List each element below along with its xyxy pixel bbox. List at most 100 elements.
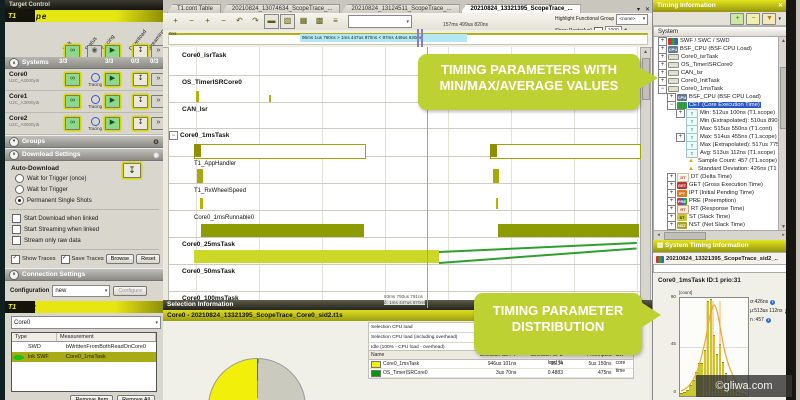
core-tracing-button[interactable]: ▶	[105, 95, 120, 108]
toolbar-icon[interactable]: ↷	[248, 14, 263, 29]
core-link-button[interactable]: ∞	[65, 73, 80, 86]
tree-item[interactable]: T Max: 515us 550ns (T1.cont)	[654, 125, 779, 133]
remove-item-button[interactable]: Remove Item	[70, 395, 113, 400]
connection-settings-header[interactable]: ∧ Connection Settings	[5, 268, 163, 281]
tree-item[interactable]: T Avg: 513us 112ns (T1.scope)	[654, 149, 779, 157]
remove-all-button[interactable]: Remove All	[117, 395, 155, 400]
checkbox-icon[interactable]	[12, 236, 21, 245]
measurement-column-header[interactable]: Measurement	[57, 333, 156, 341]
toolbar-icon[interactable]: +	[168, 14, 183, 29]
core-download-button[interactable]: ↧	[133, 117, 148, 130]
core-row[interactable]: Core1 U2C_A3000yi5 ∞ Tracing ▶ ↧ »	[5, 91, 163, 113]
expand-icon[interactable]: ▾	[9, 137, 19, 147]
checkbox-option[interactable]: Stream only raw data	[5, 235, 163, 246]
toolbar-icon[interactable]: ▬	[264, 14, 279, 29]
radio-icon[interactable]	[15, 174, 24, 183]
tree-item[interactable]: + T Max: 514us 455ns (T1.scope)	[654, 133, 779, 141]
collapse-icon[interactable]: ∧	[9, 58, 19, 68]
trace-bar[interactable]	[196, 91, 199, 102]
radio-icon[interactable]	[15, 185, 24, 194]
trace-bar[interactable]	[493, 169, 499, 183]
checkbox-icon[interactable]	[12, 214, 21, 223]
trace-bar[interactable]	[490, 144, 641, 159]
document-tab[interactable]: 20210824_13074634_ScopeTrace_...	[222, 4, 341, 13]
toolbar-search-select[interactable]: ▾	[348, 15, 412, 28]
radio-icon[interactable]	[15, 196, 24, 205]
remove-icon[interactable]: −	[746, 13, 760, 25]
trace-bar[interactable]	[498, 224, 639, 237]
info-icon[interactable]: i	[770, 300, 775, 305]
measurement-row[interactable]: SWD bWrittenFromBothReadOnCore0	[12, 342, 156, 352]
checkbox-option[interactable]: Start Streaming when linked	[5, 224, 163, 235]
save-traces-checkbox[interactable]	[61, 255, 70, 264]
scrollbar-thumb[interactable]	[664, 232, 706, 240]
collapse-icon[interactable]: ∧	[9, 270, 19, 280]
trace-bar[interactable]	[197, 169, 203, 183]
toolbar-icon[interactable]: ▦	[296, 14, 311, 29]
trace-bar[interactable]	[200, 198, 203, 209]
timing-parameter-tree[interactable]: + SWF / SWC / SWD + CPU BSF_CPU (BSF CPU…	[653, 36, 780, 232]
expander-icon[interactable]: −	[667, 101, 676, 110]
gear-icon[interactable]: ⚙	[153, 138, 159, 146]
document-tab[interactable]: 20210824_13321395_ScopeTrace_...	[461, 4, 581, 13]
tree-item[interactable]: + SWF / SWC / SWD	[654, 37, 779, 45]
trace-row-label[interactable]: OS_TimerISRCore0	[171, 78, 242, 87]
close-icon[interactable]: ✕	[778, 0, 783, 12]
type-column-header[interactable]: Type	[12, 333, 57, 341]
trace-overview-ruler[interactable]: 0ns 157ms 499us 820ns 96ms 1us 760ns > 1…	[163, 30, 652, 48]
configuration-select[interactable]: new ▾	[52, 285, 110, 297]
filter-funnel-icon[interactable]: ▼	[762, 13, 776, 25]
core-tracing-button[interactable]: ▶	[105, 73, 120, 86]
core-link-button[interactable]: ∞	[65, 95, 80, 108]
core-download-button[interactable]: ↧	[133, 73, 148, 86]
flex-table-header[interactable]: Type Measurement	[12, 333, 156, 342]
trace-bar[interactable]	[194, 144, 201, 157]
document-tab[interactable]: T1.cont Table	[167, 4, 221, 13]
highlight-group-select[interactable]: <none> ▾	[616, 14, 648, 25]
trace-row-label[interactable]: Core0_25msTask	[171, 240, 235, 249]
scroll-left-icon[interactable]: ◂	[654, 232, 663, 238]
toolbar-icon[interactable]: ≡	[328, 14, 343, 29]
toolbar-icon[interactable]: ▩	[312, 14, 327, 29]
chevron-down-icon[interactable]: ▾	[778, 16, 781, 22]
task-detail-row[interactable]: Core0_1msTask 946us 101ns 65.34 5us 150n…	[369, 360, 633, 369]
reset-button[interactable]: Reset	[136, 254, 160, 264]
scroll-up-icon[interactable]: ▲	[641, 49, 650, 55]
info-icon[interactable]: i	[766, 318, 771, 323]
document-tab[interactable]: 20210824_13124511_ScopeTrace_...	[341, 4, 459, 13]
ruler-marker-left[interactable]	[417, 29, 419, 47]
tree-item[interactable]: + CAN_Isr	[654, 69, 779, 77]
flex-core-select[interactable]: Core0 ▾	[11, 316, 161, 329]
task-detail-row[interactable]: OS_TimerISRCore0 3us 70ns 0.4883 475ns	[369, 369, 633, 378]
toolbar-icon[interactable]: −	[216, 14, 231, 29]
tree-item[interactable]: ▲ Sample Count: 457 (T1.scope)	[654, 157, 779, 165]
expander-icon[interactable]: +	[676, 109, 685, 118]
radio-option[interactable]: Permanent Single Shots	[5, 195, 163, 206]
tree-item[interactable]: + Core0_isrTask	[654, 53, 779, 61]
trace-row-label[interactable]: T1_AppHandler	[183, 159, 236, 168]
eye-icon[interactable]: ◉	[153, 151, 159, 159]
trace-bar[interactable]	[490, 144, 497, 157]
toolbar-icon[interactable]: +	[200, 14, 215, 29]
trace-bar[interactable]	[269, 95, 271, 102]
configure-button[interactable]: Configure	[113, 286, 147, 296]
trace-row-label[interactable]: CAN_Isr	[171, 105, 208, 114]
tree-item[interactable]: + OS_TimerISRCore0	[654, 61, 779, 69]
groups-section-header[interactable]: ▾ Groups ⚙	[5, 135, 163, 148]
trace-bar[interactable]	[496, 198, 498, 209]
trace-row-label[interactable]: Core0_isrTask	[171, 51, 226, 60]
core-row[interactable]: Core2 U2C_A3000yi5 ∞ Tracing ▶ ↧ »	[5, 113, 163, 135]
measurement-row[interactable]: lnk SWF Core0_1msTask	[12, 352, 156, 362]
expander-icon[interactable]: +	[676, 133, 685, 142]
tab-list-dropdown[interactable]: ▾	[635, 6, 642, 13]
show-traces-checkbox[interactable]	[11, 255, 20, 264]
core-download-button[interactable]: ↧	[133, 95, 148, 108]
browse-button[interactable]: Browse	[106, 254, 134, 264]
core-tracing-button[interactable]: ▶	[105, 117, 120, 130]
add-icon[interactable]: +	[730, 13, 744, 25]
expander-icon[interactable]: +	[667, 221, 676, 230]
checkbox-icon[interactable]	[12, 225, 21, 234]
systems-section-header[interactable]: ∧ Systems 3/3 3/3 0/3 0/3	[5, 57, 163, 69]
trace-row-label[interactable]: Core0_50msTask	[171, 267, 235, 276]
tree-item[interactable]: + T Min: 512us 100ns (T1.scope)	[654, 109, 779, 117]
